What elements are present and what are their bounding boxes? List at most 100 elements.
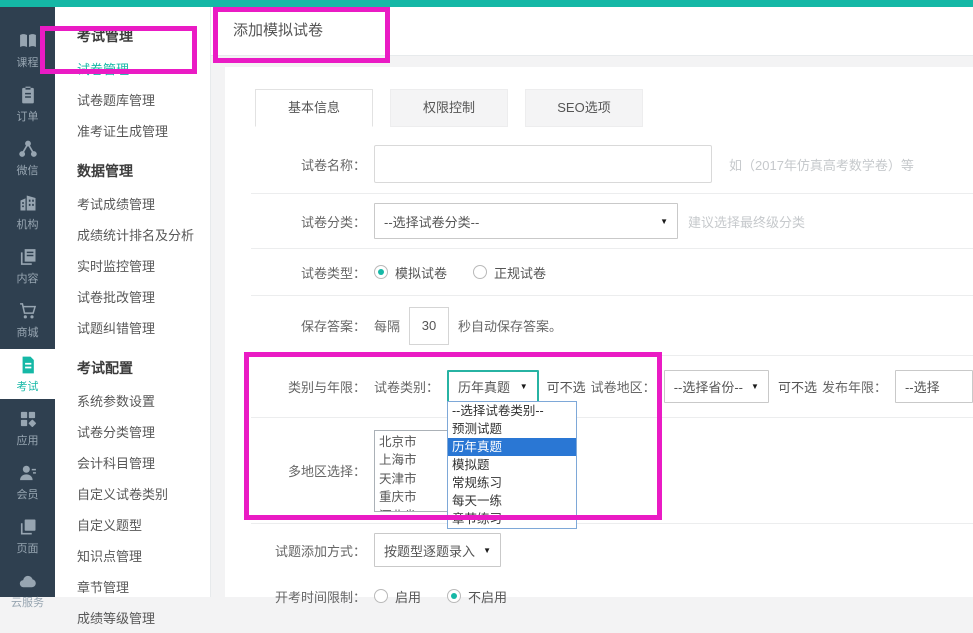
sidebar-item-mall[interactable]: 商城 <box>0 295 55 345</box>
paper-class-label: 试卷类别： <box>374 377 439 396</box>
paper-name-hint: 如（2017年仿真高考数学卷）等 <box>729 155 914 174</box>
menu-item-grade-levels[interactable]: 成绩等级管理 <box>55 602 210 633</box>
sidebar-item-organization[interactable]: 机构 <box>0 187 55 237</box>
menu-item-chapters[interactable]: 章节管理 <box>55 571 210 602</box>
menu-item-admission-ticket[interactable]: 准考证生成管理 <box>55 115 210 146</box>
menu-item-score-ranking[interactable]: 成绩统计排名及分析 <box>55 219 210 250</box>
dropdown-option[interactable]: --选择试卷类别-- <box>448 402 576 420</box>
menu-item-custom-question-type[interactable]: 自定义题型 <box>55 509 210 540</box>
listbox-option[interactable]: 天津市 <box>379 470 447 489</box>
paper-category-label: 试卷分类： <box>251 212 366 231</box>
menu-header-exam-config: 考试配置 <box>55 343 210 385</box>
radio-label: 启用 <box>395 587 421 606</box>
multi-region-label: 多地区选择： <box>251 461 366 480</box>
add-mode-select[interactable]: 按题型逐题录入 ▼ <box>374 533 501 567</box>
dropdown-option-selected[interactable]: 历年真题 <box>448 438 576 456</box>
paper-category-value: --选择试卷分类-- <box>384 212 479 231</box>
save-interval-input[interactable] <box>409 307 449 345</box>
radio-disable[interactable]: 不启用 <box>447 587 507 606</box>
row-save-answer: 保存答案： 每隔 秒自动保存答案。 <box>251 296 973 356</box>
region-label: 试卷地区： <box>591 377 656 396</box>
radio-icon <box>374 589 388 603</box>
add-mode-label: 试题添加方式： <box>251 541 366 560</box>
menu-item-exam-scores[interactable]: 考试成绩管理 <box>55 188 210 219</box>
paper-name-input[interactable] <box>374 145 712 183</box>
dropdown-option[interactable]: 每天一练 <box>448 492 576 510</box>
sidebar-item-label: 云服务 <box>11 594 44 610</box>
menu-item-paper-management[interactable]: 试卷管理 <box>55 53 210 84</box>
sidebar-item-apps[interactable]: 应用 <box>0 403 55 453</box>
radio-enable[interactable]: 启用 <box>374 587 421 606</box>
listbox-option[interactable]: 北京市 <box>379 433 447 452</box>
sidebar-item-pages[interactable]: 页面 <box>0 511 55 561</box>
sidebar-item-orders[interactable]: 订单 <box>0 79 55 129</box>
cart-icon <box>18 301 38 321</box>
region-select[interactable]: --选择省份-- ▼ <box>664 370 769 403</box>
sidebar-item-courses[interactable]: 课程 <box>0 25 55 75</box>
chevron-down-icon: ▼ <box>483 546 491 555</box>
radio-label: 模拟试卷 <box>395 263 447 282</box>
multi-region-listbox[interactable]: 北京市 上海市 天津市 重庆市 河北省 <box>374 430 448 512</box>
year-select[interactable]: --选择 <box>895 370 973 403</box>
paper-category-hint: 建议选择最终级分类 <box>688 212 805 231</box>
menu-item-paper-grading[interactable]: 试卷批改管理 <box>55 281 210 312</box>
secondary-menu: 考试管理 试卷管理 试卷题库管理 准考证生成管理 数据管理 考试成绩管理 成绩统… <box>55 7 211 597</box>
tab-seo-options[interactable]: SEO选项 <box>525 89 643 127</box>
paper-name-label: 试卷名称： <box>251 155 366 174</box>
radio-icon <box>473 265 487 279</box>
sidebar-item-label: 微信 <box>17 162 39 178</box>
radio-mock-paper[interactable]: 模拟试卷 <box>374 263 447 282</box>
chevron-down-icon: ▼ <box>660 217 668 226</box>
sidebar-item-exam[interactable]: 考试 <box>0 349 55 399</box>
row-time-limit: 开考时间限制： 启用 不启用 <box>251 576 973 616</box>
dropdown-option[interactable]: 常规练习 <box>448 474 576 492</box>
menu-item-paper-category[interactable]: 试卷分类管理 <box>55 416 210 447</box>
menu-item-accounting-subjects[interactable]: 会计科目管理 <box>55 447 210 478</box>
menu-item-custom-paper-class[interactable]: 自定义试卷类别 <box>55 478 210 509</box>
book-icon <box>18 31 38 51</box>
dropdown-option[interactable]: 章节练习 <box>448 510 576 528</box>
dropdown-option[interactable]: 预测试题 <box>448 420 576 438</box>
chevron-down-icon: ▼ <box>751 382 759 391</box>
sidebar-item-label: 内容 <box>17 270 39 286</box>
menu-item-realtime-monitor[interactable]: 实时监控管理 <box>55 250 210 281</box>
sidebar-item-wechat[interactable]: 微信 <box>0 133 55 183</box>
sidebar-item-label: 考试 <box>17 378 39 394</box>
paper-category-select[interactable]: --选择试卷分类-- ▼ <box>374 203 678 239</box>
add-mode-value: 按题型逐题录入 <box>384 541 475 560</box>
sidebar-item-label: 课程 <box>17 54 39 70</box>
clipboard-icon <box>18 85 38 105</box>
listbox-option[interactable]: 上海市 <box>379 451 447 470</box>
radio-icon <box>447 589 461 603</box>
paper-class-select[interactable]: 历年真题 ▼ --选择试卷类别-- 预测试题 历年真题 模拟题 常规练习 每天一… <box>447 370 539 403</box>
sidebar-item-members[interactable]: 会员 <box>0 457 55 507</box>
tab-basic-info[interactable]: 基本信息 <box>255 89 373 127</box>
paper-class-dropdown: --选择试卷类别-- 预测试题 历年真题 模拟题 常规练习 每天一练 章节练习 <box>447 401 577 529</box>
menu-item-question-bank[interactable]: 试卷题库管理 <box>55 84 210 115</box>
region-value: --选择省份-- <box>674 377 743 396</box>
dropdown-option[interactable]: 模拟题 <box>448 456 576 474</box>
year-value: --选择 <box>905 377 940 396</box>
optional-note: 可不选 <box>547 377 586 396</box>
tab-permission-control[interactable]: 权限控制 <box>390 89 508 127</box>
paper-type-label: 试卷类型： <box>251 263 366 282</box>
menu-item-knowledge-points[interactable]: 知识点管理 <box>55 540 210 571</box>
radio-formal-paper[interactable]: 正规试卷 <box>473 263 546 282</box>
menu-header-exam-management: 考试管理 <box>55 11 210 53</box>
row-paper-category: 试卷分类： --选择试卷分类-- ▼ 建议选择最终级分类 <box>251 194 973 249</box>
apps-icon <box>18 409 38 429</box>
listbox-option[interactable]: 河北省 <box>379 507 447 512</box>
listbox-option[interactable]: 重庆市 <box>379 488 447 507</box>
menu-item-system-params[interactable]: 系统参数设置 <box>55 385 210 416</box>
sidebar-item-cloud[interactable]: 云服务 <box>0 565 55 615</box>
main-area: 添加模拟试卷 基本信息 权限控制 SEO选项 试卷名称： 如（2017年仿真高考… <box>211 7 973 597</box>
row-paper-name: 试卷名称： 如（2017年仿真高考数学卷）等 <box>251 135 973 194</box>
cloud-icon <box>18 571 38 591</box>
building-icon <box>18 193 38 213</box>
sidebar-item-content[interactable]: 内容 <box>0 241 55 291</box>
icon-sidebar: 课程 订单 微信 机构 内容 商城 考试 应用 会员 页面 云服务 <box>0 7 55 597</box>
sidebar-item-label: 机构 <box>17 216 39 232</box>
member-icon <box>18 463 38 483</box>
menu-item-error-correction[interactable]: 试题纠错管理 <box>55 312 210 343</box>
sidebar-item-label: 页面 <box>17 540 39 556</box>
